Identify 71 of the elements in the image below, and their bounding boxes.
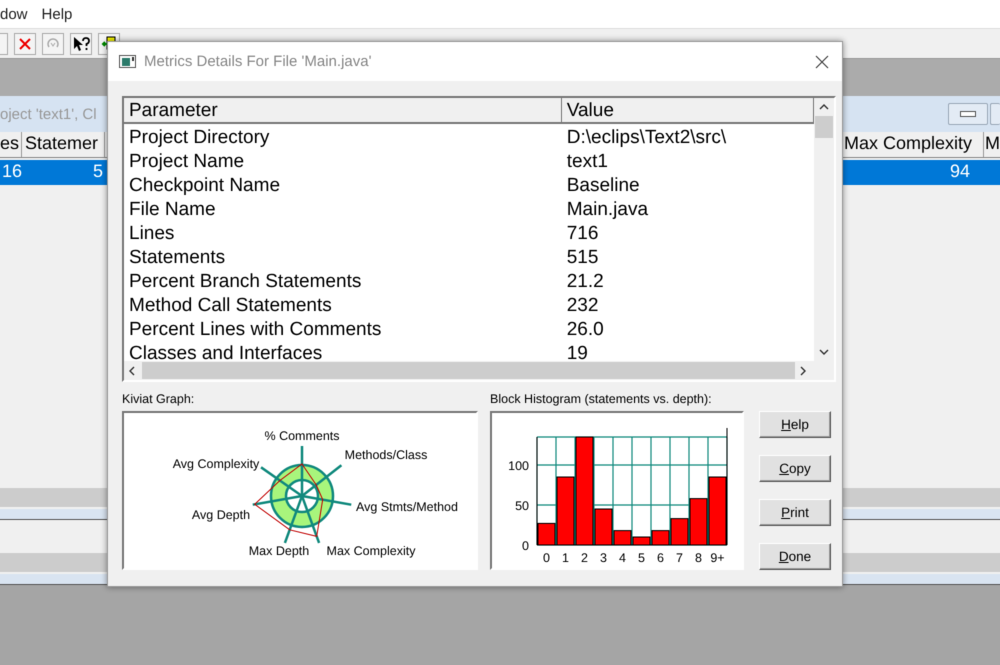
axis-label: % Comments — [264, 429, 340, 443]
table-cell-text: 19 — [566, 342, 589, 361]
axis-tick-label: 6 — [657, 551, 664, 565]
table-cell-text: Baseline — [566, 174, 641, 198]
axis-tick-label: 5 — [638, 551, 645, 565]
scroll-down-icon[interactable] — [818, 348, 830, 356]
axis-label: Avg Depth — [192, 508, 250, 522]
minimize-button[interactable] — [948, 103, 988, 125]
table-cell-text: Statements — [128, 246, 226, 270]
horizontal-scrollbar[interactable] — [124, 361, 834, 380]
table-cell-text: File Name — [128, 198, 217, 222]
axis-tick-label: 50 — [515, 499, 529, 513]
graph-label: Kiviat Graph: — [122, 392, 196, 408]
vertical-scrollbar[interactable] — [814, 98, 834, 361]
table-cell-text: D:\eclips\Text2\src\ — [566, 126, 728, 150]
axis-tick-label: 2 — [581, 551, 588, 565]
table-cell-text: 515 — [566, 246, 600, 270]
menu-item[interactable]: Help — [42, 6, 74, 22]
close-icon[interactable] — [815, 54, 829, 68]
axis-tick-label: 3 — [600, 551, 607, 565]
scroll-left-icon[interactable] — [128, 364, 136, 376]
axis-tick-label: 7 — [676, 551, 683, 565]
table-cell-text: 16 — [0, 160, 22, 183]
table-cell-text: Main.java — [566, 198, 650, 222]
graph-label: Block Histogram (statements vs. depth): — [490, 392, 713, 408]
dialog-title: Metrics Details For File 'Main.java' — [144, 53, 372, 70]
column-header[interactable]: es — [0, 132, 22, 157]
axis-tick-label: 100 — [508, 459, 529, 473]
scroll-up-icon[interactable] — [818, 103, 830, 111]
table-cell-text: Percent Branch Statements — [128, 270, 362, 294]
axis-tick-label: 0 — [522, 539, 529, 553]
delete-icon[interactable] — [18, 36, 32, 50]
table-cell-text: 94 — [948, 160, 971, 183]
scroll-thumb[interactable] — [815, 116, 833, 138]
table-cell-text: Project Directory — [128, 126, 270, 150]
dialog-button[interactable]: Done — [759, 543, 831, 570]
dialog-button[interactable]: Copy — [759, 455, 831, 482]
table-cell-text: Classes and Interfaces — [128, 342, 324, 361]
dialog-button[interactable]: Help — [759, 411, 831, 438]
table-cell-text: Project Name — [128, 150, 246, 174]
menu-item[interactable]: dow — [0, 6, 30, 22]
axis-label: Max Complexity — [326, 544, 416, 558]
axis-tick-label: 9+ — [710, 551, 725, 565]
axis-label: Max Depth — [248, 544, 310, 558]
table-cell-text: Lines — [128, 222, 176, 246]
table-cell-text: 21.2 — [566, 270, 605, 294]
column-header[interactable]: Parameter — [124, 98, 562, 122]
scroll-thumb[interactable] — [142, 362, 795, 379]
table-cell-text: 716 — [566, 222, 600, 246]
table-cell-text: Percent Lines with Comments — [128, 318, 382, 342]
table-cell-text: Method Call Statements — [128, 294, 333, 318]
window-icon — [119, 55, 136, 68]
column-header[interactable]: Statemer — [22, 132, 105, 157]
axis-tick-label: 1 — [562, 551, 569, 565]
column-header[interactable]: M — [984, 132, 1000, 157]
scroll-right-icon[interactable] — [799, 364, 807, 376]
table-cell-text: 26.0 — [566, 318, 605, 342]
axis-tick-label: 4 — [619, 551, 626, 565]
window-title: oject 'text1', Cl — [0, 106, 97, 122]
table-cell-text: text1 — [566, 150, 609, 174]
table-cell-text: 5 — [92, 160, 104, 183]
help-pointer-icon[interactable] — [72, 36, 90, 52]
axis-label: Avg Complexity — [172, 457, 260, 471]
axis-tick-label: 8 — [695, 551, 702, 565]
axis-label: Methods/Class — [344, 448, 428, 462]
toolbar-button[interactable] — [0, 32, 8, 54]
table-cell-text: Checkpoint Name — [128, 174, 282, 198]
axis-label: Avg Stmts/Method — [356, 500, 458, 514]
dialog-button[interactable]: Print — [759, 499, 831, 526]
table-cell-text: 232 — [566, 294, 600, 318]
axis-tick-label: 0 — [543, 551, 550, 565]
